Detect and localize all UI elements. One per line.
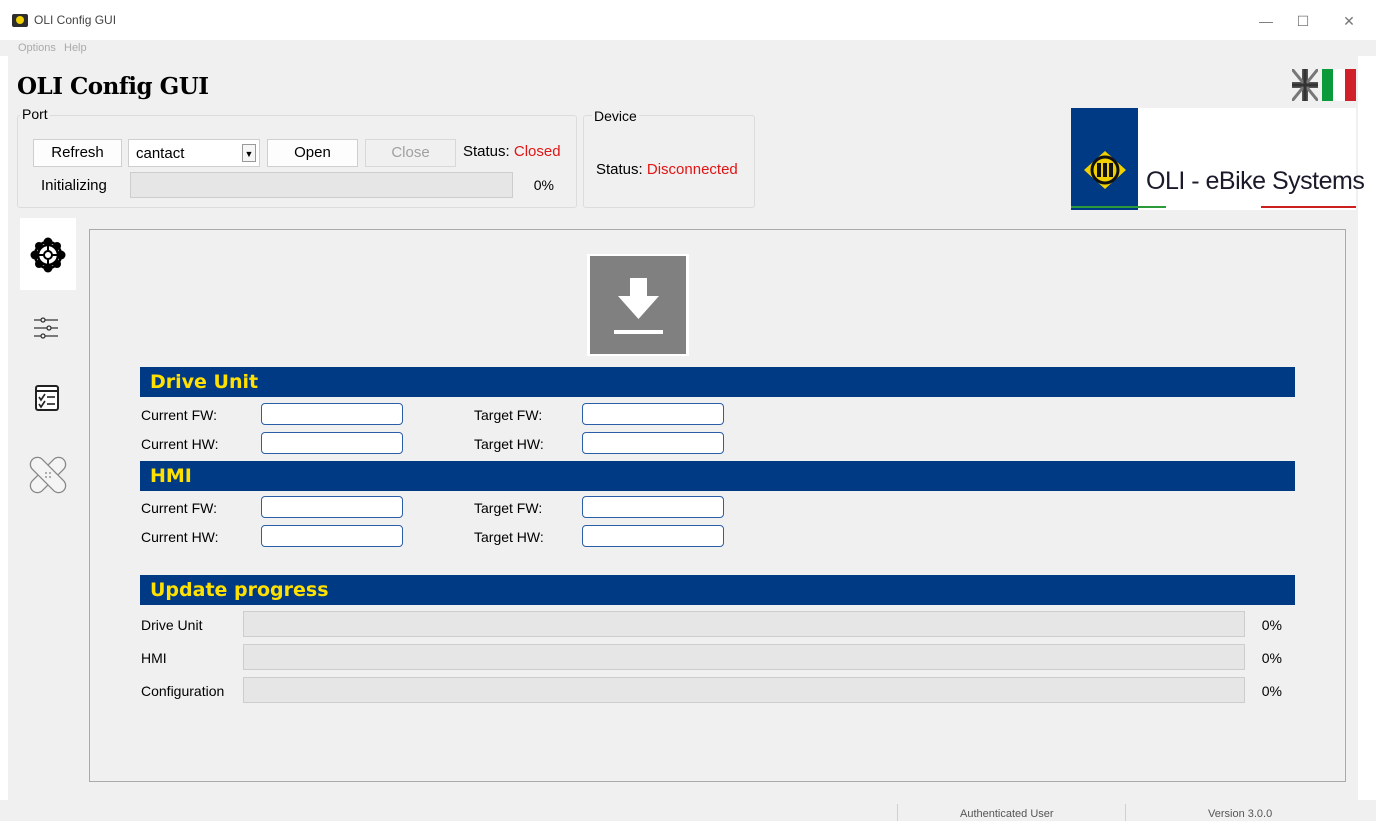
app-icon <box>12 14 28 27</box>
open-button[interactable]: Open <box>267 139 358 167</box>
progress-percent-hmi: 0% <box>1261 650 1282 666</box>
hmi-current-hw-field[interactable] <box>261 525 403 547</box>
tab-repair[interactable] <box>20 437 76 509</box>
drive-target-hw-field[interactable] <box>582 432 724 454</box>
gear-icon <box>28 235 68 278</box>
progress-bar-drive-unit <box>243 611 1245 637</box>
initializing-label: Initializing <box>41 177 107 194</box>
uk-flag-icon[interactable] <box>1290 68 1320 102</box>
port-select-value: cantact <box>136 145 185 162</box>
logo-red-line <box>1261 206 1356 208</box>
progress-percent-drive-unit: 0% <box>1261 617 1282 633</box>
menu-bar <box>0 40 1376 56</box>
drive-current-fw-field[interactable] <box>261 403 403 425</box>
progress-bar-hmi <box>243 644 1245 670</box>
maximize-button[interactable]: ☐ <box>1292 10 1314 32</box>
hmi-current-hw-label: Current HW: <box>141 529 219 545</box>
bandage-icon <box>28 455 68 498</box>
title-bar <box>0 0 1376 40</box>
statusbar-separator <box>897 804 898 821</box>
hmi-target-fw-field[interactable] <box>582 496 724 518</box>
device-group-title: Device <box>592 108 639 124</box>
progress-label-configuration: Configuration <box>141 683 225 699</box>
menu-options[interactable]: Options <box>18 42 56 54</box>
port-status-label: Status: <box>463 143 510 160</box>
oli-emblem-icon <box>1083 150 1127 190</box>
hmi-target-fw-label: Target FW: <box>474 500 543 516</box>
drive-unit-header: Drive Unit <box>140 367 1295 397</box>
statusbar-separator <box>1125 804 1126 821</box>
statusbar-version: Version 3.0.0 <box>1208 808 1273 820</box>
sliders-icon <box>32 314 60 345</box>
italy-flag-icon[interactable] <box>1322 69 1356 101</box>
status-bar <box>0 800 1376 821</box>
logo-text: OLI - eBike Systems <box>1146 167 1365 195</box>
checklist-icon <box>34 384 60 415</box>
port-select[interactable]: cantact ▼ <box>128 139 260 167</box>
hmi-target-hw-label: Target HW: <box>474 529 544 545</box>
app-heading: OLI Config GUI <box>17 73 209 100</box>
minimize-button[interactable]: — <box>1255 10 1277 32</box>
drive-target-fw-field[interactable] <box>582 403 724 425</box>
chevron-down-icon[interactable]: ▼ <box>242 144 256 162</box>
progress-bar-configuration <box>243 677 1245 703</box>
hmi-header: HMI <box>140 461 1295 491</box>
menu-help[interactable]: Help <box>64 42 87 54</box>
drive-current-hw-field[interactable] <box>261 432 403 454</box>
progress-percent-configuration: 0% <box>1261 683 1282 699</box>
init-progress-bar <box>130 172 513 198</box>
port-status-value: Closed <box>513 143 561 160</box>
port-status: Status: Closed <box>463 143 561 160</box>
device-status-value: Disconnected <box>646 161 738 178</box>
close-port-button[interactable]: Close <box>365 139 456 167</box>
drive-current-hw-label: Current HW: <box>141 436 219 452</box>
device-status: Status: Disconnected <box>596 161 738 178</box>
drive-target-hw-label: Target HW: <box>474 436 544 452</box>
window-title: OLI Config GUI <box>34 13 117 27</box>
hmi-current-fw-label: Current FW: <box>141 500 217 516</box>
progress-label-hmi: HMI <box>141 650 167 666</box>
hmi-current-fw-field[interactable] <box>261 496 403 518</box>
device-status-label: Status: <box>596 161 643 178</box>
logo-green-line <box>1071 206 1166 208</box>
init-percent: 0% <box>533 177 554 193</box>
download-icon <box>590 256 686 354</box>
update-progress-header: Update progress <box>140 575 1295 605</box>
tab-drive-unit[interactable] <box>20 218 76 290</box>
progress-label-drive-unit: Drive Unit <box>141 617 203 633</box>
hmi-target-hw-field[interactable] <box>582 525 724 547</box>
drive-current-fw-label: Current FW: <box>141 407 217 423</box>
download-button[interactable] <box>587 254 689 356</box>
tab-checklist[interactable] <box>20 364 76 436</box>
refresh-button[interactable]: Refresh <box>33 139 122 167</box>
company-logo: OLI - eBike Systems <box>1071 108 1365 210</box>
close-window-button[interactable]: ✕ <box>1338 10 1360 32</box>
drive-target-fw-label: Target FW: <box>474 407 543 423</box>
tab-settings[interactable] <box>20 292 76 364</box>
statusbar-user: Authenticated User <box>960 808 1054 820</box>
port-group-title: Port <box>20 106 50 122</box>
